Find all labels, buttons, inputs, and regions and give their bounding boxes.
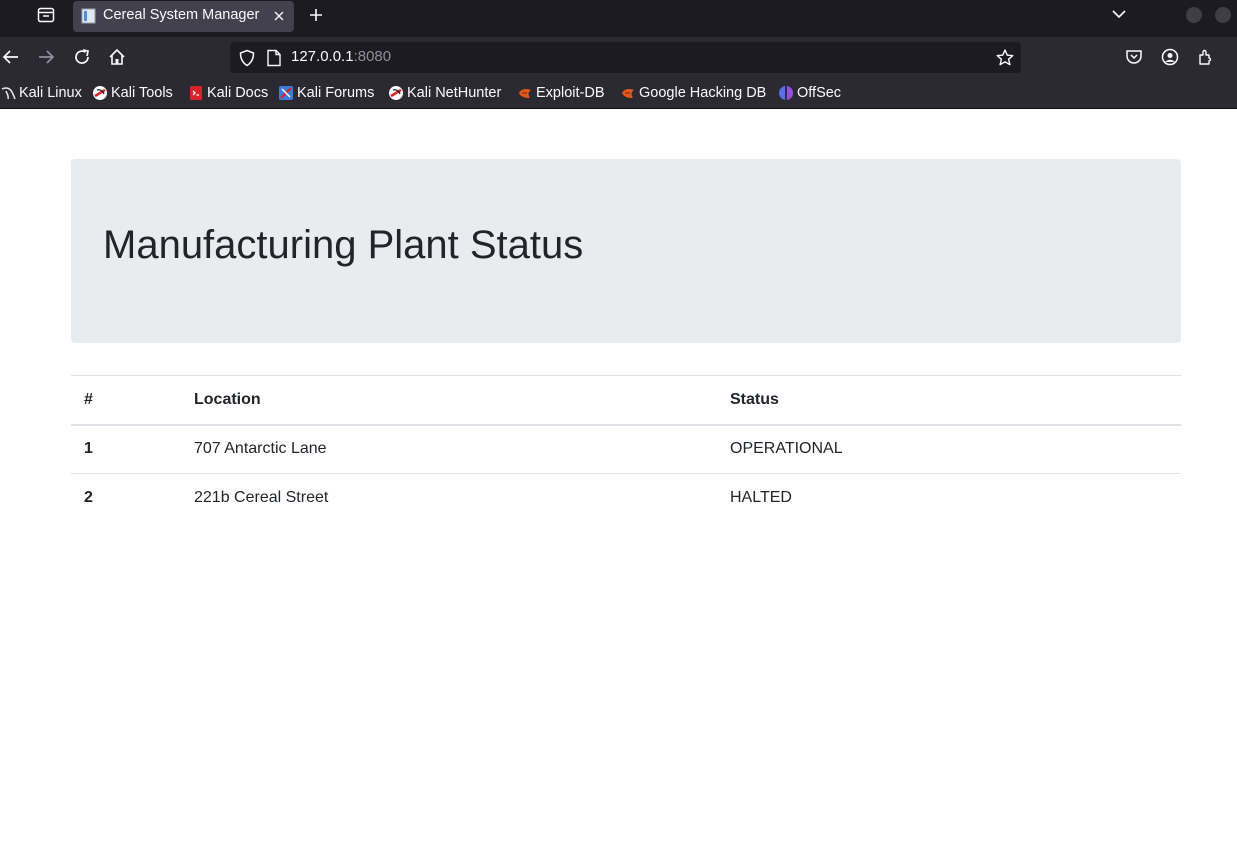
bookmark-kali-tools[interactable]: Kali Tools	[92, 83, 173, 103]
extensions-icon[interactable]	[1195, 46, 1217, 68]
table-row: 1 707 Antarctic Lane OPERATIONAL	[71, 424, 1181, 474]
close-window-button[interactable]	[1215, 7, 1231, 23]
kali-tools-icon	[93, 86, 107, 100]
bookmark-label: Kali Tools	[111, 85, 173, 101]
tab-title: Cereal System Manager	[103, 7, 260, 23]
bookmark-kali-forums[interactable]: Kali Forums	[278, 83, 374, 103]
row-location: 221b Cereal Street	[181, 473, 717, 523]
kali-forums-icon	[279, 86, 293, 100]
bookmark-kali-docs[interactable]: Kali Docs	[188, 83, 268, 103]
new-tab-icon[interactable]	[305, 4, 327, 26]
account-icon[interactable]	[1159, 46, 1181, 68]
forward-arrow-icon[interactable]	[35, 46, 57, 68]
pocket-icon[interactable]	[1123, 46, 1145, 68]
url-port: :8080	[353, 48, 392, 65]
bookmark-label: Kali Linux	[19, 85, 82, 101]
exploit-db-icon	[519, 89, 531, 98]
bookmarks-toolbar: Kali Linux Kali Tools Kali Docs Kali For…	[0, 77, 1237, 109]
column-header-location: Location	[181, 375, 717, 426]
bookmark-label: Exploit-DB	[536, 85, 605, 101]
url-text[interactable]: 127.0.0.1:8080	[291, 48, 391, 65]
page-info-icon[interactable]	[266, 49, 282, 67]
page-favicon-icon	[81, 8, 96, 24]
bookmark-label: Kali Forums	[297, 85, 375, 101]
bookmark-label: OffSec	[797, 85, 842, 101]
tab-bar: Cereal System Manager	[0, 0, 1237, 37]
bookmark-kali-linux[interactable]: Kali Linux	[0, 83, 82, 103]
url-host: 127.0.0.1	[291, 48, 354, 65]
firefox-view-icon[interactable]	[35, 6, 57, 24]
row-number: 2	[71, 473, 181, 523]
column-header-status: Status	[717, 375, 1181, 426]
bookmark-label: Google Hacking DB	[639, 85, 767, 101]
page-content: Manufacturing Plant Status # Location St…	[0, 109, 1237, 868]
address-bar[interactable]: 127.0.0.1:8080	[230, 42, 1021, 73]
bookmark-label: Kali NetHunter	[407, 85, 502, 101]
reload-icon[interactable]	[71, 46, 93, 68]
minimize-window-button[interactable]	[1186, 7, 1202, 23]
plant-status-table: # Location Status 1 707 Antarctic Lane O…	[71, 375, 1181, 523]
bookmark-star-icon[interactable]	[995, 48, 1015, 68]
active-tab[interactable]: Cereal System Manager	[73, 1, 294, 32]
row-location: 707 Antarctic Lane	[181, 424, 717, 474]
page-title: Manufacturing Plant Status	[103, 223, 584, 267]
table-row: 2 221b Cereal Street HALTED	[71, 473, 1181, 523]
header-jumbotron: Manufacturing Plant Status	[71, 159, 1181, 343]
navigation-toolbar: 127.0.0.1:8080	[0, 37, 1237, 77]
kali-nethunter-icon	[389, 86, 403, 100]
kali-dragon-icon	[1, 87, 16, 100]
bookmark-google-hacking-db[interactable]: Google Hacking DB	[620, 83, 766, 103]
row-status: HALTED	[717, 473, 1181, 523]
bookmark-kali-nethunter[interactable]: Kali NetHunter	[388, 83, 501, 103]
row-status: OPERATIONAL	[717, 424, 1181, 474]
column-header-number: #	[71, 375, 181, 426]
table-header-row: # Location Status	[71, 375, 1181, 426]
close-tab-icon[interactable]	[270, 7, 288, 25]
home-icon[interactable]	[106, 46, 128, 68]
back-arrow-icon[interactable]	[0, 46, 22, 68]
bookmark-exploit-db[interactable]: Exploit-DB	[517, 83, 605, 103]
offsec-icon	[779, 86, 793, 100]
bookmark-offsec[interactable]: OffSec	[778, 83, 841, 103]
list-all-tabs-icon[interactable]	[1109, 4, 1129, 24]
kali-docs-icon	[190, 86, 202, 100]
row-number: 1	[71, 424, 181, 474]
ghdb-icon	[622, 89, 634, 98]
tracking-protection-shield-icon[interactable]	[238, 49, 256, 67]
bookmark-label: Kali Docs	[207, 85, 269, 101]
